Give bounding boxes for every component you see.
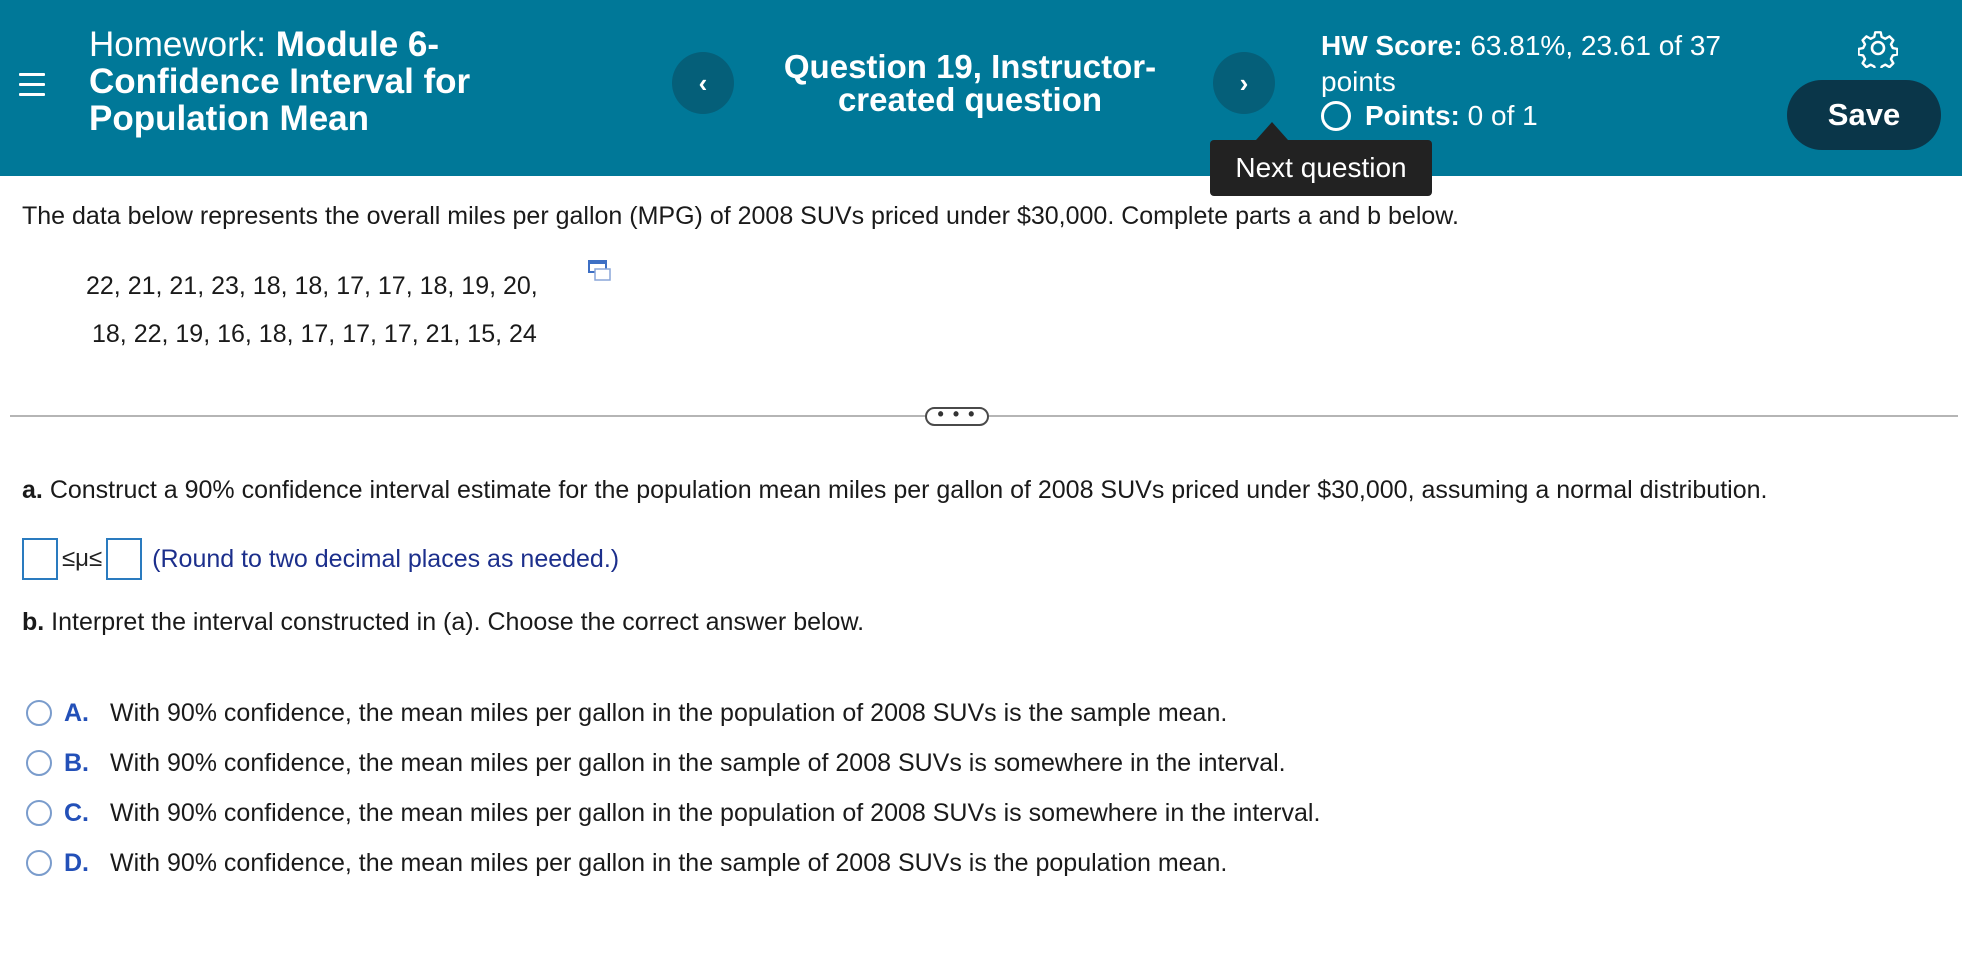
previous-question-button[interactable]: ‹ <box>672 52 734 114</box>
part-b-label: b. <box>22 608 45 636</box>
choice-letter: B. <box>64 748 89 777</box>
question-title: Question 19, Instructor-created question <box>783 48 1157 118</box>
radio-button[interactable] <box>26 700 52 726</box>
points-value: 0 of 1 <box>1467 100 1538 131</box>
hw-score-label: HW Score: <box>1321 30 1463 61</box>
part-a-prompt: a. Construct a 90% confidence interval e… <box>22 474 1952 506</box>
lower-bound-input[interactable] <box>22 538 58 580</box>
inequality-symbol: ≤μ≤ <box>62 545 103 572</box>
expand-button[interactable]: • • • <box>925 405 989 426</box>
choice-a[interactable]: A. With 90% confidence, the mean miles p… <box>26 688 1926 738</box>
choice-text: With 90% confidence, the mean miles per … <box>110 748 1286 777</box>
part-a-text: Construct a 90% confidence interval esti… <box>49 476 1768 504</box>
next-question-tooltip: Next question <box>1210 140 1432 196</box>
points-status-icon <box>1321 101 1351 131</box>
choice-c[interactable]: C. With 90% confidence, the mean miles p… <box>26 788 1926 838</box>
data-line: 22, 21, 21, 23, 18, 18, 17, 17, 18, 19, … <box>86 272 538 300</box>
choice-letter: C. <box>64 798 89 827</box>
tooltip-arrow <box>1256 122 1288 140</box>
homework-title: Homework: Module 6-Confidence Interval f… <box>89 26 559 137</box>
radio-button[interactable] <box>26 750 52 776</box>
choice-letter: A. <box>64 698 89 727</box>
data-line: 18, 22, 19, 16, 18, 17, 17, 17, 21, 15, … <box>92 320 537 348</box>
part-a-label: a. <box>22 476 43 504</box>
gear-icon[interactable] <box>1858 28 1898 68</box>
choice-b[interactable]: B. With 90% confidence, the mean miles p… <box>26 738 1926 788</box>
choice-letter: D. <box>64 848 89 877</box>
hw-score: HW Score: 63.81%, 23.61 of 37 points <box>1321 28 1741 100</box>
question-points: Points: 0 of 1 <box>1321 100 1538 132</box>
homework-prefix: Homework: <box>89 25 266 64</box>
part-b-text: Interpret the interval constructed in (a… <box>51 608 865 636</box>
part-b-prompt: b. Interpret the interval constructed in… <box>22 606 1922 638</box>
confidence-interval-answer: ≤μ≤ (Round to two decimal places as need… <box>22 538 619 580</box>
save-button[interactable]: Save <box>1787 80 1941 150</box>
copy-data-icon[interactable] <box>588 260 612 282</box>
answer-choices: A. With 90% confidence, the mean miles p… <box>26 688 1926 888</box>
choice-text: With 90% confidence, the mean miles per … <box>110 798 1321 827</box>
data-values: 22, 21, 21, 23, 18, 18, 17, 17, 18, 19, … <box>86 262 586 358</box>
problem-intro: The data below represents the overall mi… <box>22 202 1459 230</box>
choice-text: With 90% confidence, the mean miles per … <box>110 698 1228 727</box>
chevron-right-icon: › <box>1239 67 1249 98</box>
choice-text: With 90% confidence, the mean miles per … <box>110 848 1228 877</box>
chevron-left-icon: ‹ <box>698 67 708 98</box>
points-label: Points: <box>1365 100 1460 131</box>
rounding-hint: (Round to two decimal places as needed.) <box>152 544 620 573</box>
menu-icon[interactable] <box>14 66 50 102</box>
radio-button[interactable] <box>26 800 52 826</box>
top-header-bar: Homework: Module 6-Confidence Interval f… <box>0 0 1962 176</box>
choice-d[interactable]: D. With 90% confidence, the mean miles p… <box>26 838 1926 888</box>
upper-bound-input[interactable] <box>106 538 143 580</box>
next-question-button[interactable]: › <box>1213 52 1275 114</box>
radio-button[interactable] <box>26 850 52 876</box>
